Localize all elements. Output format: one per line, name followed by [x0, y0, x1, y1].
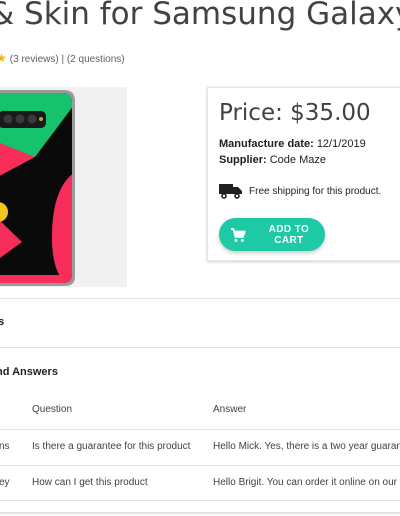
- divider: [0, 347, 400, 348]
- manufacture-value: 12/1/2019: [316, 138, 366, 150]
- truck-icon: [219, 184, 242, 199]
- reviews-heading[interactable]: vs: [0, 316, 4, 328]
- qa-row-answer: Hello Mick. Yes, there is a two year gua…: [213, 441, 400, 452]
- qa-row-answer: Hello Brigit. You can order it online on…: [213, 477, 400, 488]
- table-divider: [0, 500, 400, 501]
- table-divider: [0, 429, 400, 430]
- star-icon: ★: [0, 51, 7, 65]
- cart-icon: [230, 227, 246, 242]
- shipping-info: Free shipping for this product.: [219, 181, 381, 201]
- column-header-question: Question: [32, 404, 73, 415]
- divider: [0, 298, 400, 299]
- product-image: [0, 87, 127, 287]
- price-card: Price: $35.00 Manufacture date: 12/1/201…: [207, 87, 400, 261]
- table-divider: [0, 465, 400, 466]
- add-to-cart-label: ADD TO CART: [268, 223, 310, 246]
- rating-summary[interactable]: (3 reviews) | (2 questions): [10, 54, 125, 65]
- qa-heading[interactable]: nd Answers: [0, 366, 58, 378]
- qa-row-name: ns: [0, 441, 10, 452]
- supplier: Supplier: Code Maze: [219, 154, 326, 166]
- card-bottom-edge: [0, 512, 400, 514]
- price-label: Price: $35.00: [219, 100, 371, 126]
- manufacture-date: Manufacture date: 12/1/2019: [219, 138, 366, 150]
- rating-row: ★ (3 reviews) | (2 questions): [0, 51, 125, 65]
- qa-row-question: How can I get this product: [32, 477, 148, 488]
- qa-row-name: ey: [0, 477, 10, 488]
- shipping-text: Free shipping for this product.: [249, 185, 382, 197]
- add-to-cart-button[interactable]: ADD TO CART: [219, 218, 325, 251]
- qa-row-question: Is there a guarantee for this product: [32, 441, 191, 452]
- supplier-label: Supplier:: [219, 154, 267, 166]
- supplier-value: Code Maze: [269, 154, 326, 166]
- phone-case-image: [0, 90, 75, 286]
- manufacture-label: Manufacture date:: [219, 138, 314, 150]
- product-title: & Skin for Samsung Galaxy: [0, 0, 400, 32]
- column-header-answer: Answer: [213, 404, 247, 415]
